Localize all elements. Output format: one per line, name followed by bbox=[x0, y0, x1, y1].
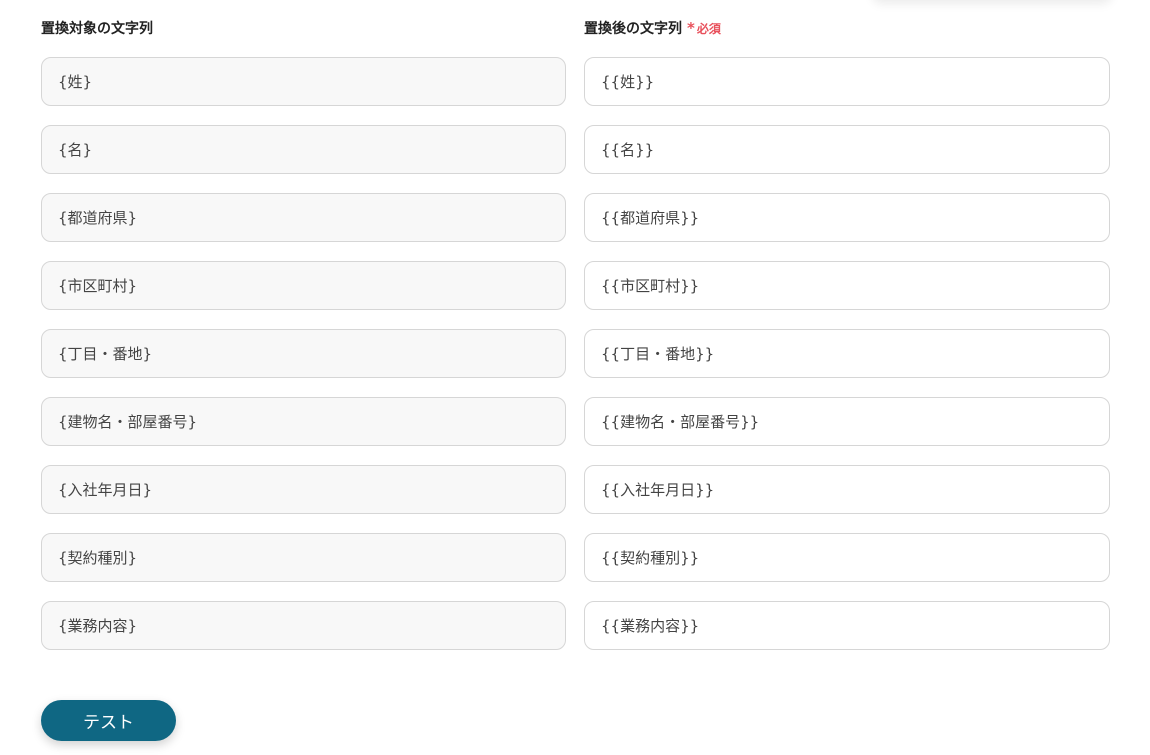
replacement-field-value: {{丁目・番地}} bbox=[601, 345, 715, 363]
replacement-field[interactable]: {{丁目・番地}} bbox=[584, 329, 1110, 378]
source-field-value: {業務内容} bbox=[58, 617, 138, 635]
source-field[interactable]: {丁目・番地} bbox=[41, 329, 566, 378]
source-field[interactable]: {都道府県} bbox=[41, 193, 566, 242]
replacement-field-value: {{建物名・部屋番号}} bbox=[601, 413, 760, 431]
source-field-value: {契約種別} bbox=[58, 549, 138, 567]
source-field-value: {都道府県} bbox=[58, 209, 138, 227]
replacement-field[interactable]: {{建物名・部屋番号}} bbox=[584, 397, 1110, 446]
replace-settings-panel: 置換対象の文字列 {姓} {名} {都道府県} {市区町村} {丁目・番地} {… bbox=[0, 0, 1150, 755]
source-field-value: {名} bbox=[58, 141, 93, 159]
replacement-field-value: {{業務内容}} bbox=[601, 617, 700, 635]
replacement-strings-header: 置換後の文字列 * 必須 bbox=[584, 17, 1110, 39]
replacement-field-value: {{名}} bbox=[601, 141, 655, 159]
source-field-value: {建物名・部屋番号} bbox=[58, 413, 198, 431]
source-field-value: {姓} bbox=[58, 73, 93, 91]
replacement-field-value: {{市区町村}} bbox=[601, 277, 700, 295]
required-asterisk-icon: * bbox=[687, 19, 695, 37]
source-field[interactable]: {名} bbox=[41, 125, 566, 174]
source-strings-column: 置換対象の文字列 {姓} {名} {都道府県} {市区町村} {丁目・番地} {… bbox=[41, 17, 566, 650]
source-field[interactable]: {市区町村} bbox=[41, 261, 566, 310]
source-fields-list: {姓} {名} {都道府県} {市区町村} {丁目・番地} {建物名・部屋番号}… bbox=[41, 57, 566, 650]
source-field[interactable]: {建物名・部屋番号} bbox=[41, 397, 566, 446]
replacement-field[interactable]: {{姓}} bbox=[584, 57, 1110, 106]
source-strings-header-label: 置換対象の文字列 bbox=[41, 21, 153, 37]
source-field[interactable]: {入社年月日} bbox=[41, 465, 566, 514]
replacement-field[interactable]: {{市区町村}} bbox=[584, 261, 1110, 310]
source-field-value: {丁目・番地} bbox=[58, 345, 153, 363]
replacement-field-value: {{契約種別}} bbox=[601, 549, 700, 567]
source-field-value: {入社年月日} bbox=[58, 481, 153, 499]
source-field-value: {市区町村} bbox=[58, 277, 138, 295]
source-field[interactable]: {業務内容} bbox=[41, 601, 566, 650]
replacement-field[interactable]: {{都道府県}} bbox=[584, 193, 1110, 242]
replacement-field-value: {{都道府県}} bbox=[601, 209, 700, 227]
replacement-strings-header-label: 置換後の文字列 bbox=[584, 21, 682, 37]
replacement-field[interactable]: {{業務内容}} bbox=[584, 601, 1110, 650]
required-label: 必須 bbox=[696, 21, 721, 36]
replacement-field[interactable]: {{入社年月日}} bbox=[584, 465, 1110, 514]
replacement-field[interactable]: {{契約種別}} bbox=[584, 533, 1110, 582]
replacement-field[interactable]: {{名}} bbox=[584, 125, 1110, 174]
test-button[interactable]: テスト bbox=[41, 700, 176, 741]
source-field[interactable]: {契約種別} bbox=[41, 533, 566, 582]
replacement-fields-list: {{姓}} {{名}} {{都道府県}} {{市区町村}} {{丁目・番地}} … bbox=[584, 57, 1110, 650]
replacement-strings-column: 置換後の文字列 * 必須 {{姓}} {{名}} {{都道府県}} {{市区町村… bbox=[584, 17, 1110, 650]
source-field[interactable]: {姓} bbox=[41, 57, 566, 106]
replacement-field-value: {{姓}} bbox=[601, 73, 655, 91]
replacement-field-value: {{入社年月日}} bbox=[601, 481, 715, 499]
source-strings-header: 置換対象の文字列 bbox=[41, 17, 566, 39]
required-badge: * 必須 bbox=[687, 19, 721, 37]
